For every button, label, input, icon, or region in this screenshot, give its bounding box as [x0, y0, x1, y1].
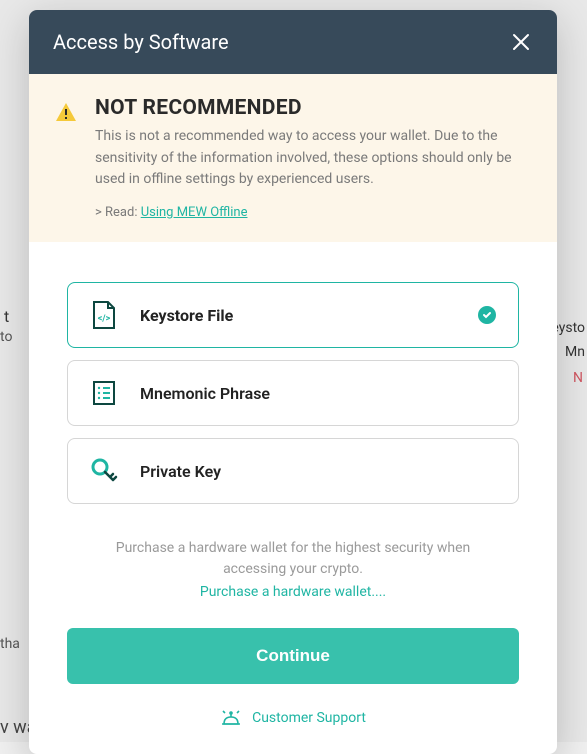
bg-text: tha — [0, 636, 20, 652]
private-key-icon — [90, 457, 118, 485]
option-label: Mnemonic Phrase — [140, 384, 270, 403]
bg-text: N — [573, 370, 583, 386]
purchase-text: Purchase a hardware wallet for the highe… — [29, 514, 557, 584]
option-label: Keystore File — [140, 306, 233, 325]
support-bell-icon — [220, 708, 242, 728]
option-label: Private Key — [140, 462, 221, 481]
bg-text: to — [0, 329, 12, 345]
read-link[interactable]: Using MEW Offline — [141, 205, 248, 220]
access-software-modal: Access by Software NOT RECOMMENDED This … — [29, 10, 557, 754]
bg-text: Mn — [565, 344, 585, 360]
close-button[interactable] — [509, 30, 533, 54]
mnemonic-phrase-icon — [90, 379, 118, 407]
warning-content: NOT RECOMMENDED This is not a recommende… — [95, 96, 531, 220]
close-icon — [511, 32, 531, 52]
warning-body: This is not a recommended way to access … — [95, 126, 531, 191]
read-prefix: > Read: — [95, 205, 141, 220]
warning-icon — [55, 102, 77, 220]
continue-button[interactable]: Continue — [67, 628, 519, 684]
option-private-key[interactable]: Private Key — [67, 438, 519, 504]
keystore-file-icon: </> — [90, 301, 118, 329]
modal-header: Access by Software — [29, 10, 557, 74]
warning-heading: NOT RECOMMENDED — [95, 96, 531, 120]
option-mnemonic-phrase[interactable]: Mnemonic Phrase — [67, 360, 519, 426]
read-line: > Read: Using MEW Offline — [95, 205, 531, 220]
customer-support-link[interactable]: Customer Support — [29, 708, 557, 754]
modal-title: Access by Software — [53, 30, 229, 54]
selected-check-icon — [478, 306, 496, 324]
purchase-hardware-wallet-link[interactable]: Purchase a hardware wallet.... — [29, 584, 557, 600]
access-options: </> Keystore File — [29, 242, 557, 514]
bg-text: t — [4, 307, 9, 326]
svg-text:</>: </> — [98, 314, 111, 324]
option-keystore-file[interactable]: </> Keystore File — [67, 282, 519, 348]
support-label: Customer Support — [252, 710, 366, 726]
warning-banner: NOT RECOMMENDED This is not a recommende… — [29, 74, 557, 242]
